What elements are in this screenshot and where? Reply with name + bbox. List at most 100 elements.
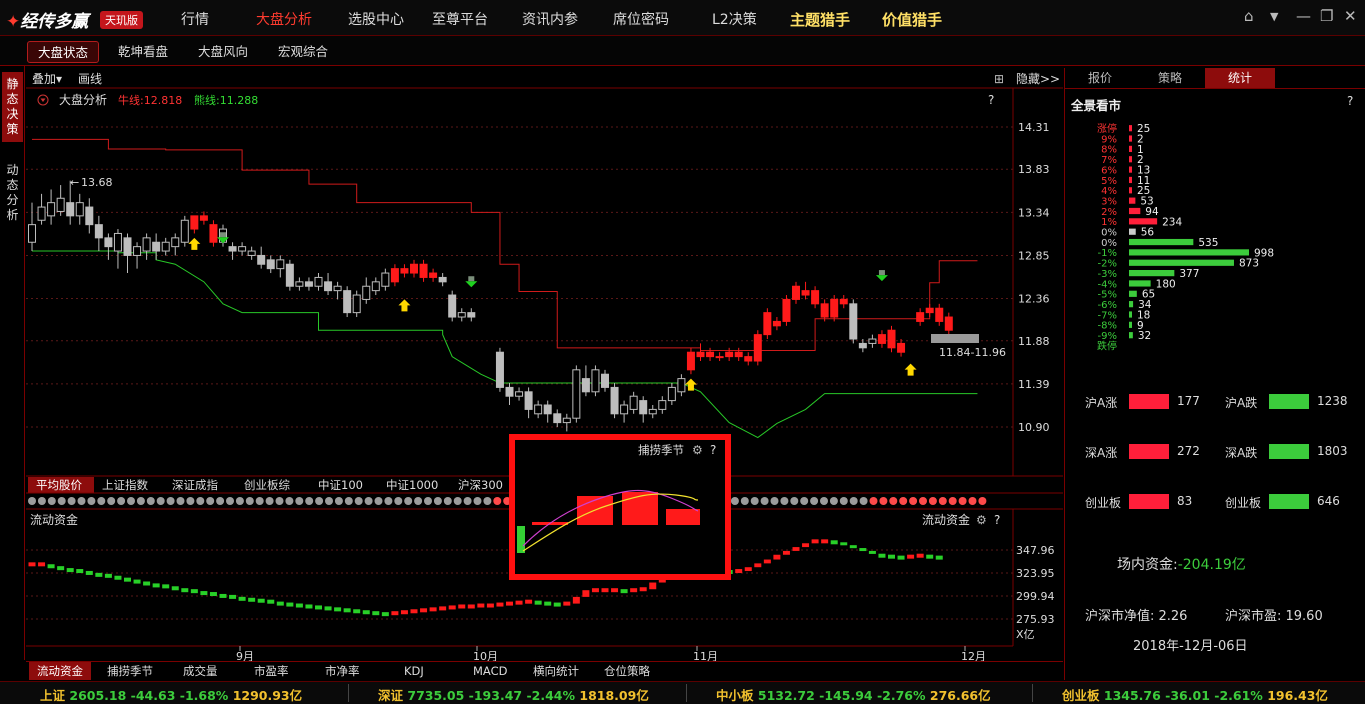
index-tab[interactable]: 平均股价 [36, 478, 82, 492]
subtab-market-wind[interactable]: 大盘风向 [188, 41, 258, 63]
btab-position-strategy[interactable]: 仓位策略 [604, 662, 650, 680]
candle-body [572, 369, 581, 419]
dist-bar [1129, 332, 1133, 339]
btab-volume[interactable]: 成交量 [183, 662, 218, 680]
index-quote[interactable]: 深证 7735.05 -193.47 -2.44% 1818.09亿 [378, 685, 649, 704]
right-panel: 报价 策略 统计 全景看市 ? 涨停 9% 8% 7% 6% 5% 4% 3% 2% 1% 0% 0%… [1064, 68, 1365, 680]
menu-item-stock-picker[interactable]: 选股中心 [348, 9, 404, 29]
index-tab[interactable]: 上证指数 [102, 478, 148, 492]
minimize-icon[interactable]: — [1296, 7, 1311, 25]
sidetab-static[interactable]: 静态决策 [2, 72, 23, 142]
flow-help-icon[interactable]: ? [994, 513, 1000, 527]
signal-dot [869, 497, 878, 505]
dist-bar [1129, 125, 1133, 132]
popup-help-icon[interactable]: ? [710, 443, 716, 457]
restore-icon[interactable]: ❐ [1320, 7, 1333, 25]
candle-body [276, 259, 285, 270]
draw-line-button[interactable]: 画线 [78, 72, 102, 86]
btab-kdj[interactable]: KDJ [404, 662, 424, 680]
signal-dot [443, 497, 452, 505]
main-help-icon[interactable]: ? [988, 93, 994, 107]
sidetab-dynamic[interactable]: 动态分析 [2, 158, 23, 228]
home-icon[interactable]: ⌂ [1244, 7, 1254, 25]
btab-fishing-season[interactable]: 捕捞季节 [107, 662, 153, 680]
rtab-strategy[interactable]: 策略 [1135, 68, 1205, 88]
popup-settings-icon[interactable]: ⚙ [692, 443, 703, 457]
flow-bar [28, 562, 36, 567]
candle-body [591, 369, 600, 393]
index-tab[interactable]: 深证成指 [172, 478, 218, 492]
index-quote[interactable]: 创业板 1345.76 -36.01 -2.61% 196.43亿 [1062, 685, 1328, 704]
flow-bar [821, 539, 829, 544]
btab-pe[interactable]: 市盈率 [254, 662, 289, 680]
flow-bar [343, 608, 351, 613]
pe-value: 沪深市盈: 19.60 [1225, 609, 1323, 624]
chart-area[interactable]: 叠加▾ 画线 ⊞ 隐藏>> 大盘分析 牛线:12.818 熊线:11.288 ?… [26, 68, 1063, 663]
flow-settings-icon[interactable]: ⚙ [976, 513, 987, 527]
flow-bar [57, 566, 65, 571]
flow-bar [467, 604, 475, 609]
index-tab[interactable]: 中证100 [318, 478, 363, 492]
flow-bar [439, 606, 447, 611]
menu-item-market-analysis[interactable]: 大盘分析 [256, 9, 312, 29]
stats-help-icon[interactable]: ? [1347, 94, 1353, 108]
stat-label-down: 创业板 [1225, 496, 1262, 510]
collapse-icon[interactable] [37, 94, 49, 106]
fishing-season-popup[interactable]: 捕捞季节 ⚙ ? [509, 434, 731, 580]
index-tab[interactable]: 创业板综 [244, 478, 290, 492]
menu-item-quote[interactable]: 行情 [181, 9, 209, 29]
candle-body [142, 237, 151, 252]
candle-body [553, 413, 562, 424]
index-tab[interactable]: 中证1000 [386, 478, 438, 492]
index-quote[interactable]: 中小板 5132.72 -145.94 -2.76% 276.66亿 [716, 685, 991, 704]
buy-signal-icon [398, 299, 411, 312]
dist-value: 56 [1141, 227, 1155, 239]
rtab-quote[interactable]: 报价 [1065, 68, 1135, 88]
signal-dot [879, 497, 888, 505]
signal-dot [255, 497, 264, 505]
candle-body [66, 202, 75, 217]
signal-dot [226, 497, 234, 505]
dist-label: 8% [1101, 145, 1117, 156]
menu-item-seat-code[interactable]: 席位密码 [613, 9, 669, 29]
index-name: 上证 [40, 688, 66, 703]
candle-body [648, 408, 657, 415]
layout-icon[interactable]: ⊞ [994, 72, 1004, 86]
flow-bar [190, 589, 198, 594]
chart-canvas[interactable]: 叠加▾ 画线 ⊞ 隐藏>> 大盘分析 牛线:12.818 熊线:11.288 ?… [26, 68, 1063, 663]
menu-item-platform[interactable]: 至尊平台 [432, 9, 488, 29]
menu-item-theme-hunter[interactable]: 主题猎手 [790, 9, 850, 30]
index-pct: -2.44% [526, 688, 576, 703]
subtab-qiankun[interactable]: 乾坤看盘 [108, 41, 178, 63]
subtab-macro[interactable]: 宏观综合 [268, 41, 338, 63]
candle-body [448, 294, 457, 318]
hide-panel-button[interactable]: 隐藏>> [1016, 72, 1060, 86]
close-icon[interactable]: ✕ [1344, 7, 1357, 25]
app-logo: ✦经传多赢 [6, 12, 89, 32]
btab-horizontal-stats[interactable]: 横向统计 [533, 662, 579, 680]
overlay-menu[interactable]: 叠加▾ [32, 72, 62, 86]
menu-item-l2[interactable]: L2决策 [712, 9, 757, 29]
index-quote[interactable]: 上证 2605.18 -44.63 -1.68% 1290.93亿 [40, 685, 302, 704]
flow-axis-label: 323.95 [1016, 567, 1055, 580]
btab-fund-flow[interactable]: 流动资金 [29, 662, 91, 680]
btab-pb[interactable]: 市净率 [325, 662, 360, 680]
dropdown-icon[interactable]: ▼ [1270, 10, 1278, 23]
candle-body [47, 202, 56, 217]
menu-item-value-hunter[interactable]: 价值猎手 [882, 9, 942, 30]
btab-macd[interactable]: MACD [473, 662, 507, 680]
stat-value-up: 177 [1177, 394, 1200, 408]
index-tab[interactable]: 沪深300 [458, 478, 503, 492]
signal-dot [780, 497, 789, 505]
candle-body [601, 373, 609, 388]
menu-item-news[interactable]: 资讯内参 [522, 9, 578, 29]
signal-dot [424, 497, 432, 505]
candle-body [753, 334, 762, 362]
rtab-stats[interactable]: 统计 [1205, 68, 1275, 88]
flow-bar [572, 596, 580, 604]
subtab-market-status[interactable]: 大盘状态 [27, 41, 100, 63]
stat-value-down: 646 [1317, 494, 1340, 508]
signal-dot [938, 497, 947, 505]
dist-bar [1129, 135, 1132, 142]
signal-dot [760, 497, 769, 505]
